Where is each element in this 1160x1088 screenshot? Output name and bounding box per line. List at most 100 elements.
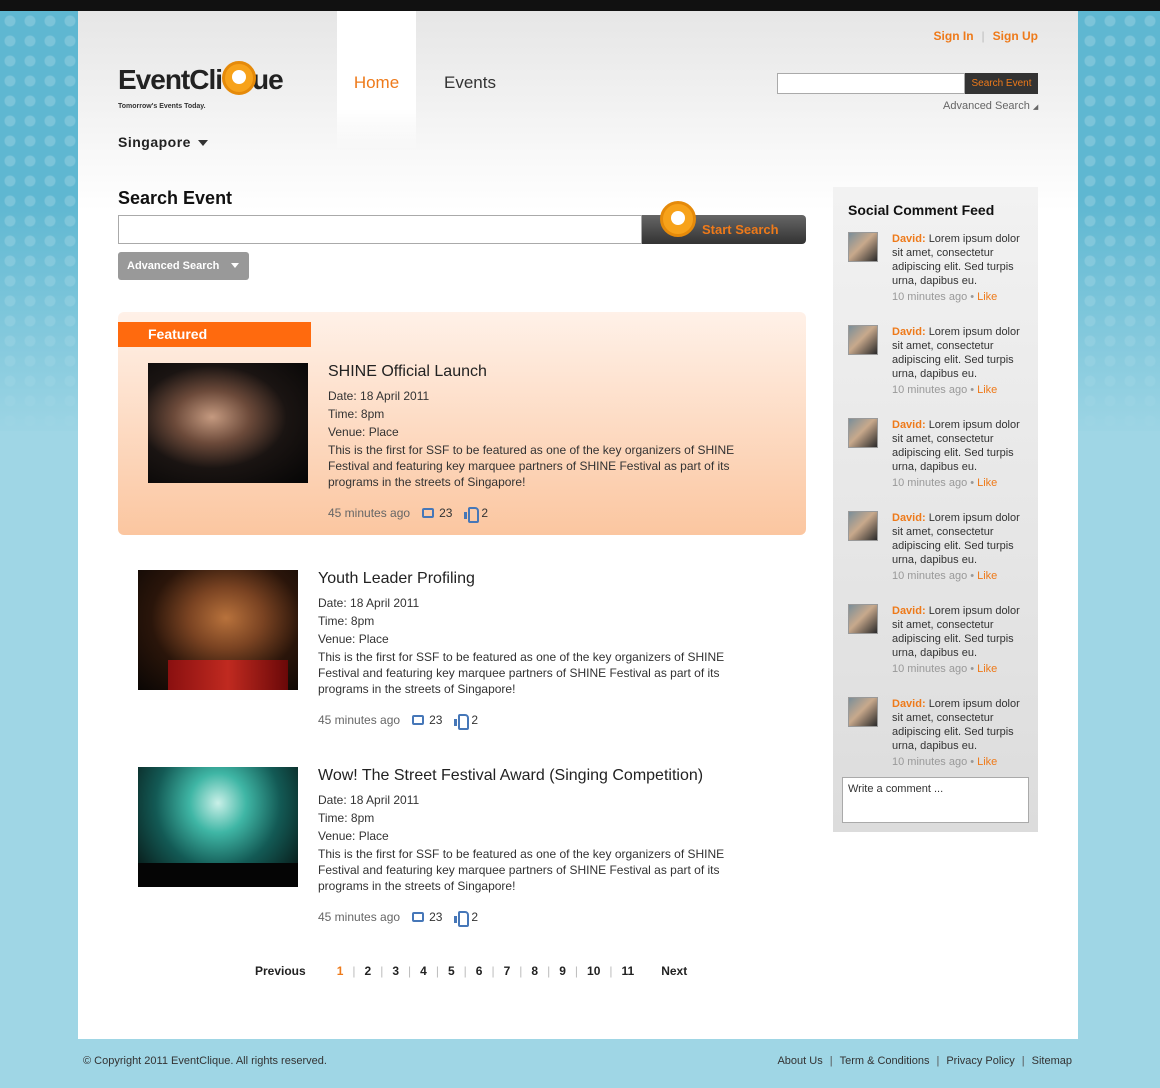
avatar[interactable]: [848, 418, 878, 448]
comment-meta: 10 minutes ago • Like: [892, 384, 997, 396]
event-meta: 45 minutes ago 23 2: [318, 713, 738, 730]
comment-text: David: Lorem ipsum dolor sit amet, conse…: [892, 232, 1027, 288]
event-posted-time: 45 minutes ago: [318, 713, 401, 727]
comment-icon[interactable]: [422, 508, 435, 518]
comment-text: David: Lorem ipsum dolor sit amet, conse…: [892, 604, 1027, 660]
pagination-page[interactable]: 10: [578, 964, 609, 978]
comment-author[interactable]: David:: [892, 233, 926, 245]
comment-meta: 10 minutes ago • Like: [892, 291, 997, 303]
main-search-input[interactable]: [118, 215, 642, 244]
event-body: Youth Leader Profiling Date: 18 April 20…: [318, 570, 738, 730]
comment-count: 23: [429, 910, 443, 924]
comment-time: 10 minutes ago: [892, 291, 968, 303]
comment-author[interactable]: David:: [892, 419, 926, 431]
advanced-search-label: Advanced Search: [127, 260, 220, 272]
write-comment-textarea[interactable]: Write a comment ...: [842, 777, 1029, 823]
event-venue: Venue: Place: [328, 425, 399, 439]
pagination-page[interactable]: 11: [613, 964, 644, 978]
pagination-page[interactable]: 6: [467, 964, 492, 978]
comment-like-link[interactable]: Like: [977, 477, 997, 489]
pagination-page[interactable]: 5: [439, 964, 464, 978]
avatar[interactable]: [848, 325, 878, 355]
city-selector[interactable]: Singapore: [118, 134, 208, 150]
comment-like-link[interactable]: Like: [977, 663, 997, 675]
sign-in-link[interactable]: Sign In: [934, 29, 974, 43]
footer-links: About Us | Term & Conditions | Privacy Pol…: [777, 1055, 1072, 1067]
event-body: SHINE Official Launch Date: 18 April 201…: [328, 363, 748, 523]
event-description: This is the first for SSF to be featured…: [318, 650, 725, 696]
pagination-page[interactable]: 3: [383, 964, 408, 978]
footer-link-sitemap[interactable]: Sitemap: [1032, 1055, 1072, 1067]
event-item: Youth Leader Profiling Date: 18 April 20…: [138, 570, 758, 740]
avatar[interactable]: [848, 604, 878, 634]
comment-like-link[interactable]: Like: [977, 570, 997, 582]
comment-icon[interactable]: [412, 715, 425, 725]
page-container: EventCli ue Tomorrow's Events Today. Home…: [78, 11, 1078, 1039]
avatar[interactable]: [848, 697, 878, 727]
comment-like-link[interactable]: Like: [977, 291, 997, 303]
thumbs-up-icon[interactable]: [464, 507, 480, 523]
meta-dot: •: [970, 477, 975, 489]
comment-time: 10 minutes ago: [892, 570, 968, 582]
comment-author[interactable]: David:: [892, 698, 926, 710]
comment-meta: 10 minutes ago • Like: [892, 756, 997, 768]
footer-link-privacy[interactable]: Privacy Policy: [946, 1055, 1014, 1067]
comment-icon[interactable]: [412, 912, 425, 922]
nav-home[interactable]: Home: [337, 73, 416, 93]
footer-separator: |: [936, 1055, 940, 1067]
pagination-page[interactable]: 7: [495, 964, 520, 978]
logo-wordmark: EventCli ue: [118, 64, 284, 96]
thumbs-up-icon[interactable]: [454, 714, 470, 730]
event-image[interactable]: [138, 570, 298, 690]
event-title[interactable]: Wow! The Street Festival Award (Singing …: [318, 767, 738, 785]
pagination-page[interactable]: 8: [522, 964, 547, 978]
event-title[interactable]: SHINE Official Launch: [328, 363, 748, 381]
comment-count: 23: [439, 506, 453, 520]
footer-link-about[interactable]: About Us: [777, 1055, 822, 1067]
pagination-page[interactable]: 9: [550, 964, 575, 978]
comment-author[interactable]: David:: [892, 326, 926, 338]
site-logo[interactable]: EventCli ue Tomorrow's Events Today.: [118, 61, 288, 121]
event-title[interactable]: Youth Leader Profiling: [318, 570, 738, 588]
like-count: 2: [471, 713, 479, 727]
header-search-button[interactable]: Search Event: [965, 73, 1038, 94]
start-search-label: Start Search: [702, 222, 779, 237]
like-count: 2: [471, 910, 479, 924]
event-description: This is the first for SSF to be featured…: [318, 847, 725, 893]
comment-author[interactable]: David:: [892, 512, 926, 524]
start-search-button[interactable]: Start Search: [642, 201, 806, 244]
comment-like-link[interactable]: Like: [977, 384, 997, 396]
comment-count: 23: [429, 713, 443, 727]
footer-link-terms[interactable]: Term & Conditions: [840, 1055, 930, 1067]
featured-badge: Featured: [118, 322, 311, 347]
pagination-next[interactable]: Next: [661, 964, 687, 978]
pagination-page[interactable]: 4: [411, 964, 436, 978]
comment-like-link[interactable]: Like: [977, 756, 997, 768]
sidebar-title: Social Comment Feed: [848, 202, 995, 218]
event-image[interactable]: [148, 363, 308, 483]
comment-meta: 10 minutes ago • Like: [892, 663, 997, 675]
avatar[interactable]: [848, 232, 878, 262]
event-posted-time: 45 minutes ago: [318, 910, 401, 924]
avatar[interactable]: [848, 511, 878, 541]
footer-separator: |: [829, 1055, 833, 1067]
event-image[interactable]: [138, 767, 298, 887]
event-meta: 45 minutes ago 23 2: [328, 506, 748, 523]
event-date: Date: 18 April 2011: [318, 793, 420, 807]
thumbs-up-icon[interactable]: [454, 911, 470, 927]
meta-dot: •: [970, 384, 975, 396]
event-body: Wow! The Street Festival Award (Singing …: [318, 767, 738, 927]
header-advanced-search-link[interactable]: Advanced Search ◢: [943, 100, 1038, 112]
pagination-previous[interactable]: Previous: [255, 964, 306, 978]
pagination-page[interactable]: 1: [328, 964, 353, 978]
meta-dot: •: [970, 570, 975, 582]
pagination-page[interactable]: 2: [356, 964, 381, 978]
top-black-bar: [0, 0, 1160, 11]
nav-events[interactable]: Events: [444, 73, 496, 93]
header-search-input[interactable]: [777, 73, 965, 94]
event-item: Wow! The Street Festival Award (Singing …: [138, 767, 758, 937]
comment-author[interactable]: David:: [892, 605, 926, 617]
comment-text: David: Lorem ipsum dolor sit amet, conse…: [892, 511, 1027, 567]
advanced-search-button[interactable]: Advanced Search: [118, 252, 249, 280]
sign-up-link[interactable]: Sign Up: [993, 29, 1038, 43]
